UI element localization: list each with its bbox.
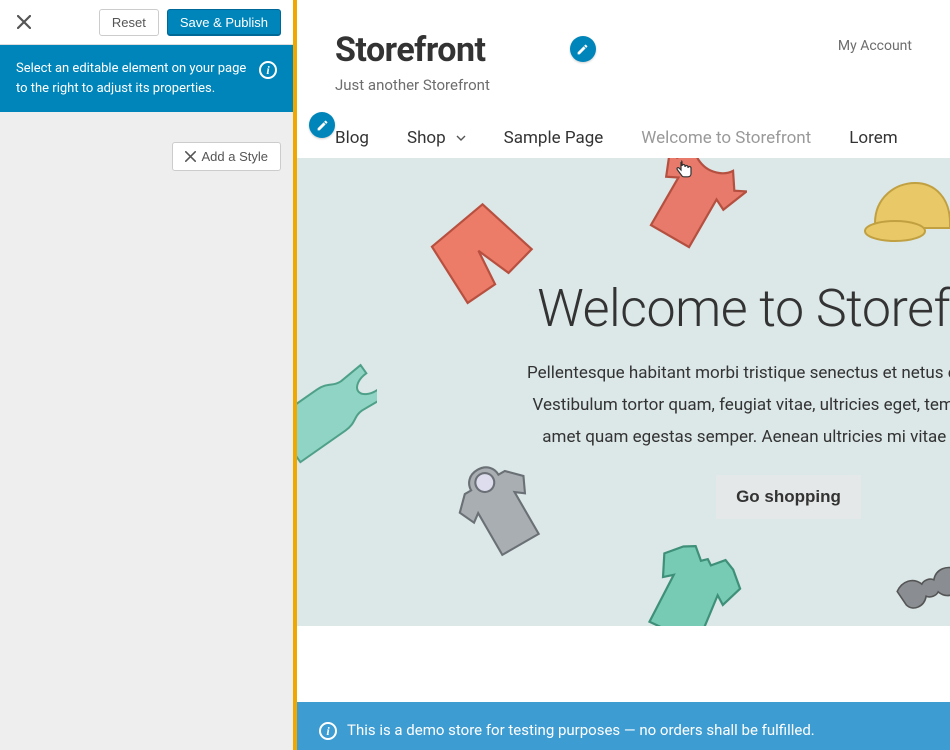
pencil-icon — [316, 119, 329, 132]
nav-item-blog[interactable]: Blog — [335, 128, 369, 148]
site-header: Storefront Just another Storefront My Ac… — [297, 0, 950, 158]
my-account-link[interactable]: My Account — [838, 38, 912, 54]
header-secondary-nav: My Account — [838, 38, 912, 54]
hero-text-line: amet quam egestas semper. Aenean ultrici… — [447, 423, 950, 451]
hero-section: Welcome to Storefront Pellentesque habit… — [297, 158, 950, 626]
edit-branding-button[interactable] — [570, 36, 596, 62]
cursor-hand-icon — [675, 160, 693, 182]
sidebar-toolbar: Reset Save & Publish — [0, 0, 293, 45]
site-preview: Storefront Just another Storefront My Ac… — [297, 0, 950, 750]
jacket-icon — [637, 538, 747, 626]
nav-item-sample-page[interactable]: Sample Page — [504, 128, 604, 148]
pencil-icon — [576, 43, 589, 56]
add-style-button[interactable]: Add a Style — [172, 142, 282, 171]
tank-top-icon — [297, 348, 377, 478]
nav-item-welcome[interactable]: Welcome to Storefront — [641, 128, 811, 148]
info-message: Select an editable element on your page … — [16, 59, 251, 98]
save-publish-button[interactable]: Save & Publish — [167, 9, 281, 36]
info-icon: i — [319, 722, 337, 740]
demo-store-text: This is a demo store for testing purpose… — [347, 721, 815, 739]
hero-text-line: Vestibulum tortor quam, feugiat vitae, u… — [447, 391, 950, 419]
close-button[interactable] — [12, 10, 36, 34]
customizer-sidebar: Reset Save & Publish Select an editable … — [0, 0, 297, 750]
primary-nav: Blog Shop Sample Page Welcome to Storefr… — [335, 128, 912, 148]
hero-content: Welcome to Storefront Pellentesque habit… — [447, 278, 950, 519]
sunglasses-icon — [890, 558, 950, 618]
info-banner: Select an editable element on your page … — [0, 45, 293, 112]
info-icon: i — [259, 61, 277, 79]
site-title[interactable]: Storefront — [335, 30, 490, 70]
hero-text-line: Pellentesque habitant morbi tristique se… — [447, 359, 950, 387]
cap-icon — [860, 168, 950, 258]
demo-store-notice: i This is a demo store for testing purpo… — [297, 702, 950, 750]
close-icon — [17, 15, 31, 29]
chevron-down-icon — [456, 133, 466, 143]
add-style-label: Add a Style — [202, 149, 269, 164]
nav-item-shop[interactable]: Shop — [407, 128, 466, 148]
reset-button[interactable]: Reset — [99, 9, 159, 36]
edit-nav-button[interactable] — [309, 112, 335, 138]
site-tagline: Just another Storefront — [335, 76, 490, 94]
close-icon — [185, 151, 196, 162]
nav-item-lorem[interactable]: Lorem — [849, 128, 897, 148]
go-shopping-button[interactable]: Go shopping — [716, 475, 861, 519]
hero-title: Welcome to Storefront — [447, 278, 950, 339]
sidebar-body: Add a Style — [0, 112, 293, 750]
